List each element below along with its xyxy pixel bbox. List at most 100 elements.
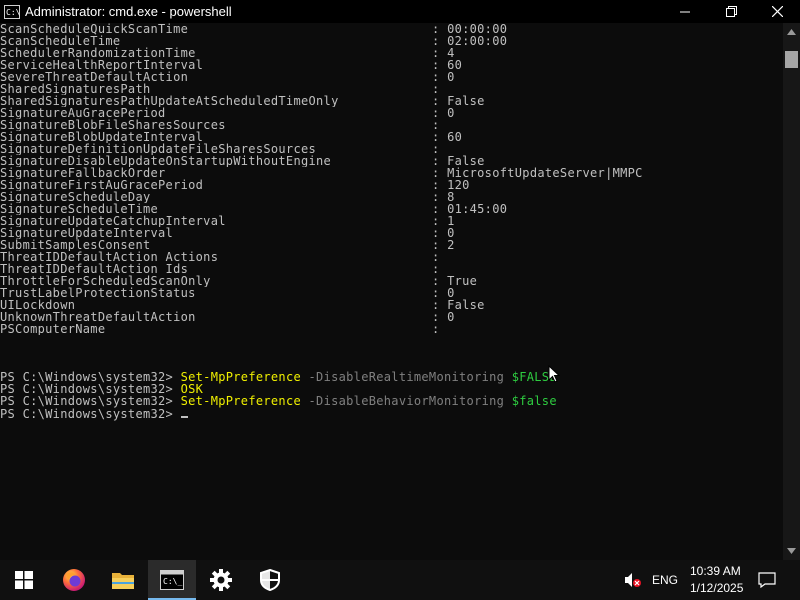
preference-row: SignatureBlobFileSharesSources: [0,119,783,131]
preference-name: ScanScheduleQuickScanTime [0,23,189,35]
folder-icon [112,573,134,589]
svg-text:C:\_: C:\_ [163,577,182,586]
preference-row: SchedulerRandomizationTime: 4 [0,47,783,59]
preference-name: SignatureFallbackOrder [0,167,166,179]
preference-name: SignatureUpdateCatchupInterval [0,215,226,227]
preference-name: SignatureFirstAuGracePeriod [0,179,204,191]
close-button[interactable] [754,0,800,23]
preference-name: ScanScheduleTime [0,35,121,47]
preference-list: ScanScheduleQuickScanTime: 00:00:00 ScanS… [0,23,783,335]
scroll-down-arrow-icon [787,548,796,554]
preference-name: ServiceHealthReportInterval [0,59,204,71]
scroll-down-button[interactable] [783,543,800,560]
preference-name: SchedulerRandomizationTime [0,47,196,59]
scroll-up-button[interactable] [783,23,800,40]
cmd-app-icon[interactable]: C:\ [4,4,20,19]
preference-name: PSComputerName [0,323,106,335]
preference-row: ThrottleForScheduledScanOnly: True [0,275,783,287]
input-line[interactable]: PS C:\Windows\system32> [0,407,783,421]
maximize-icon [725,6,737,17]
preference-row: SignatureScheduleTime: 01:45:00 [0,203,783,215]
preference-row: SevereThreatDefaultAction: 0 [0,71,783,83]
preference-row: PSComputerName: [0,323,783,335]
preference-row: ScanScheduleTime: 02:00:00 [0,35,783,47]
command-line: PS C:\Windows\system32> Set-MpPreference… [0,395,783,407]
window-title: Administrator: cmd.exe - powershell [25,4,232,19]
preference-row: SharedSignaturesPathUpdateAtScheduledTim… [0,95,783,107]
preference-row: ScanScheduleQuickScanTime: 00:00:00 [0,23,783,35]
preference-name: ThreatIDDefaultAction_Ids [0,263,189,275]
preference-value: 0 [447,70,455,84]
preference-name: SevereThreatDefaultAction [0,71,189,83]
parameter: -DisableBehaviorMonitoring [308,394,505,408]
maximize-button[interactable] [708,0,754,23]
clock-time[interactable]: 10:39 AM [690,564,741,578]
preference-value: 0 [447,106,455,120]
taskbar: C:\_ ENG 10:39 AM 1/12/2025 [0,560,800,600]
parameter: -DisableRealtimeMonitoring [308,370,505,384]
preference-value: 60 [447,130,463,144]
preference-name: ThreatIDDefaultAction_Actions [0,251,219,263]
file-explorer-button[interactable] [99,560,147,600]
action-center-button[interactable] [758,572,776,592]
preference-name: SignatureAuGracePeriod [0,107,166,119]
close-icon [771,6,783,17]
settings-button[interactable] [197,560,245,600]
language-indicator[interactable]: ENG [652,573,678,587]
preference-name: SignatureDisableUpdateOnStartupWithoutEn… [0,155,332,167]
scroll-thumb[interactable] [785,51,798,68]
preference-value: 2 [447,238,455,252]
preference-row: SignatureFallbackOrder: MicrosoftUpdateS… [0,167,783,179]
preference-value: MicrosoftUpdateServer|MMPC [447,166,643,180]
preference-name: SignatureUpdateInterval [0,227,174,239]
start-button[interactable] [0,560,48,600]
windows-logo-icon [15,571,33,589]
volume-button[interactable] [624,572,642,592]
minimize-button[interactable] [662,0,708,23]
preference-row: SignatureUpdateCatchupInterval: 1 [0,215,783,227]
text-cursor [180,407,188,418]
preference-name: SignatureBlobUpdateInterval [0,131,204,143]
preference-row: SharedSignaturesPath: [0,83,783,95]
console-output[interactable]: ScanScheduleQuickScanTime: 00:00:00 ScanS… [0,23,783,560]
vertical-scrollbar[interactable] [783,23,800,560]
preference-name: UnknownThreatDefaultAction [0,311,196,323]
preference-row: SignatureScheduleDay: 8 [0,191,783,203]
action-center-icon [758,572,776,589]
cmd-button[interactable]: C:\_ [148,560,196,600]
preference-row: SignatureUpdateInterval: 0 [0,227,783,239]
title-bar[interactable]: C:\ Administrator: cmd.exe - powershell [0,0,800,23]
preference-name: SharedSignaturesPath [0,83,151,95]
preference-name: SubmitSamplesConsent [0,239,151,251]
preference-name: ThrottleForScheduledScanOnly [0,275,211,287]
scroll-up-arrow-icon [787,29,796,35]
volume-muted-icon [625,573,641,587]
preference-value: 01:45:00 [447,202,508,216]
preference-row: SignatureFirstAuGracePeriod: 120 [0,179,783,191]
preference-row: UILockdown: False [0,299,783,311]
prompt: PS C:\Windows\system32> [0,407,181,421]
clock-date[interactable]: 1/12/2025 [690,581,743,595]
preference-name: TrustLabelProtectionStatus [0,287,196,299]
preference-name: SignatureBlobFileSharesSources [0,119,226,131]
cmdlet: Set-MpPreference [180,394,301,408]
preference-name: UILockdown [0,299,76,311]
preference-name: SignatureScheduleTime [0,203,159,215]
prompt: PS C:\Windows\system32> [0,394,181,408]
preference-name: SignatureScheduleDay [0,191,151,203]
preference-row: SignatureAuGracePeriod: 0 [0,107,783,119]
argument: $false [511,394,557,408]
preference-row: UnknownThreatDefaultAction: 0 [0,311,783,323]
minimize-icon [680,11,690,12]
preference-row: SignatureBlobUpdateInterval: 60 [0,131,783,143]
firefox-button[interactable] [50,560,98,600]
preference-value: 02:00:00 [447,34,508,48]
shield-icon [260,569,280,591]
defender-button[interactable] [246,560,294,600]
gear-icon [210,569,232,591]
preference-row: SubmitSamplesConsent: 2 [0,239,783,251]
preference-row: ThreatIDDefaultAction_Actions: [0,251,783,263]
preference-row: SignatureDefinitionUpdateFileSharesSourc… [0,143,783,155]
console-icon: C:\_ [160,570,184,590]
